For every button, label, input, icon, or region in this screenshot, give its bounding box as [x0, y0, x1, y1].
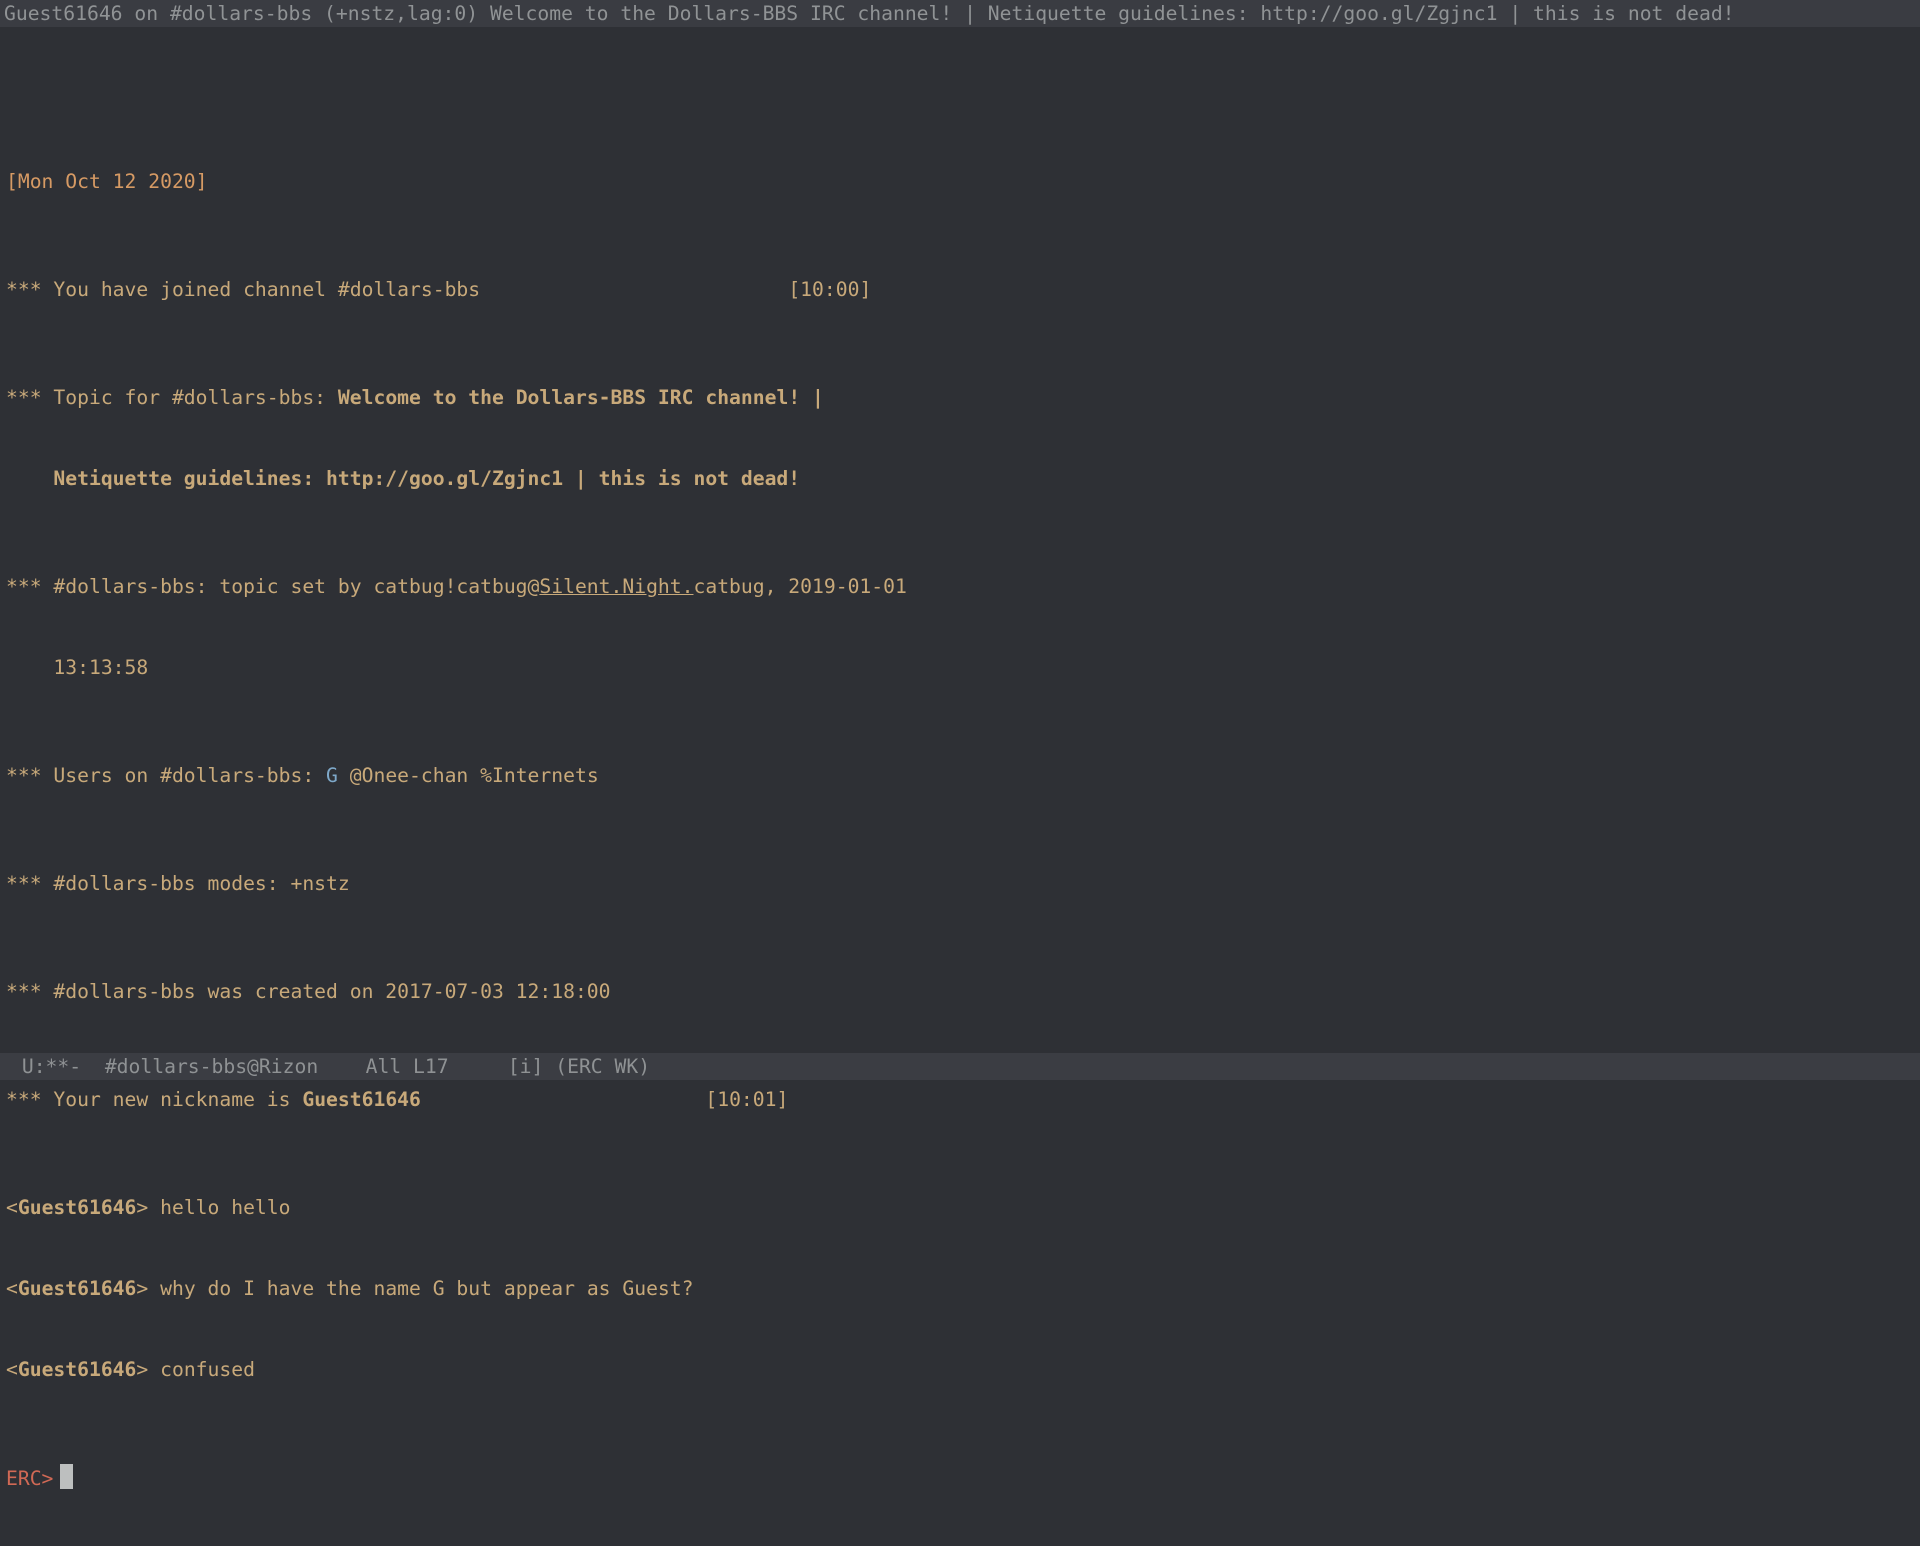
- message-line: <Guest61646> why do I have the name G bu…: [6, 1275, 1914, 1302]
- message-text: hello hello: [160, 1196, 290, 1219]
- self-nick: G: [326, 764, 338, 787]
- notice-topic-line1: *** Topic for #dollars-bbs: Welcome to t…: [6, 384, 1914, 411]
- topic-body-1: Welcome to the Dollars-BBS IRC channel! …: [338, 386, 824, 409]
- notice-text: You have joined channel #dollars-bbs: [53, 278, 480, 301]
- message-text: why do I have the name G but appear as G…: [160, 1277, 693, 1300]
- erc-prompt-line[interactable]: ERC>: [6, 1464, 1914, 1492]
- message-nick: Guest61646: [18, 1358, 137, 1381]
- notice-join: *** You have joined channel #dollars-bbs…: [6, 276, 1914, 303]
- topic-set-time: 13:13:58: [53, 656, 148, 679]
- date-header: [Mon Oct 12 2020]: [6, 170, 208, 193]
- point-cursor: [60, 1464, 73, 1489]
- message-line: <Guest61646> confused: [6, 1356, 1914, 1383]
- newnick-pre: Your new nickname is: [53, 1088, 302, 1111]
- notice-topic-line2: Netiquette guidelines: http://goo.gl/Zgj…: [6, 465, 1914, 492]
- notice-newnick: *** Your new nickname is Guest61646 [10:…: [6, 1086, 1914, 1113]
- message-text: confused: [160, 1358, 255, 1381]
- users-rest: @Onee-chan %Internets: [338, 764, 599, 787]
- notice-created: *** #dollars-bbs was created on 2017-07-…: [6, 978, 1914, 1005]
- modes-text: #dollars-bbs modes: +nstz: [53, 872, 349, 895]
- users-pre: Users on #dollars-bbs:: [53, 764, 326, 787]
- notice-topic-set-time: 13:13:58: [6, 654, 1914, 681]
- topic-prefix: Topic for #dollars-bbs:: [53, 386, 337, 409]
- message-line: <Guest61646> hello hello: [6, 1194, 1914, 1221]
- message-nick: Guest61646: [18, 1277, 137, 1300]
- erc-prompt: ERC>: [6, 1467, 53, 1490]
- notice-modes: *** #dollars-bbs modes: +nstz: [6, 870, 1914, 897]
- mode-line-text: U:**- #dollars-bbs@Rizon All L17 [i] (ER…: [10, 1055, 650, 1078]
- mode-line[interactable]: U:**- #dollars-bbs@Rizon All L17 [i] (ER…: [0, 1053, 1920, 1080]
- topic-set-pre: #dollars-bbs: topic set by catbug!catbug…: [53, 575, 539, 598]
- new-nickname: Guest61646: [302, 1088, 421, 1111]
- notice-users: *** Users on #dollars-bbs: G @Onee-chan …: [6, 762, 1914, 789]
- timestamp: [10:01]: [421, 1086, 788, 1113]
- topic-body-2: Netiquette guidelines: http://goo.gl/Zgj…: [53, 467, 800, 490]
- hostmask-link[interactable]: Silent.Night.: [539, 575, 693, 598]
- notice-topic-set-by: *** #dollars-bbs: topic set by catbug!ca…: [6, 573, 1914, 600]
- title-bar: Guest61646 on #dollars-bbs (+nstz,lag:0)…: [0, 0, 1920, 27]
- timestamp: [10:00]: [480, 276, 871, 303]
- created-text: #dollars-bbs was created on 2017-07-03 1…: [53, 980, 610, 1003]
- date-header-line: [Mon Oct 12 2020]: [6, 168, 1914, 195]
- erc-buffer[interactable]: [Mon Oct 12 2020] *** You have joined ch…: [6, 27, 1914, 1053]
- server-stars: ***: [6, 278, 42, 301]
- message-nick: Guest61646: [18, 1196, 137, 1219]
- title-text: Guest61646 on #dollars-bbs (+nstz,lag:0)…: [4, 2, 1735, 25]
- topic-set-post: catbug, 2019-01-01: [693, 575, 906, 598]
